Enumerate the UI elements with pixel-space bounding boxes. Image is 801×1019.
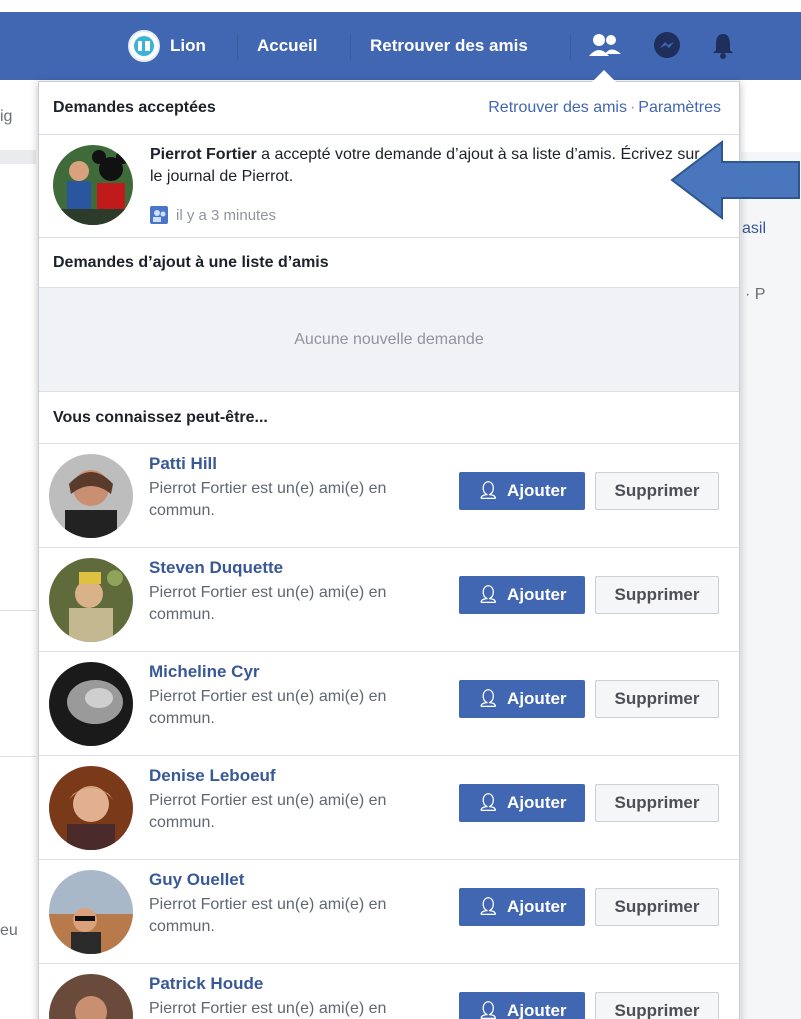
add-friend-icon: 👤︎ — [477, 585, 500, 604]
mutual-friend-text: Pierrot Fortier est un(e) ami(e) en comm… — [149, 792, 387, 831]
background-text: · P — [745, 286, 766, 303]
annotation-arrow-icon — [670, 140, 800, 220]
person-name[interactable]: Steven Duquette — [149, 558, 283, 578]
background-link: asil — [742, 220, 767, 237]
nav-divider — [350, 34, 351, 60]
add-friend-button[interactable]: 👤︎ Ajouter — [459, 784, 585, 822]
add-friend-label: Ajouter — [507, 585, 567, 604]
profile-avatar — [128, 30, 160, 62]
list-item: Steven Duquette Pierrot Fortier est un(e… — [39, 548, 739, 652]
messenger-icon[interactable] — [650, 12, 684, 80]
person-name[interactable]: Denise Leboeuf — [149, 766, 276, 786]
add-friend-button[interactable]: 👤︎ Ajouter — [459, 992, 585, 1019]
mutual-friend-text: Pierrot Fortier est un(e) ami(e) en — [149, 1000, 387, 1017]
profile-link[interactable]: Lion — [128, 12, 206, 80]
add-friend-icon: 👤︎ — [477, 689, 500, 708]
add-friend-button[interactable]: 👤︎ Ajouter — [459, 472, 585, 510]
remove-button[interactable]: Supprimer — [595, 576, 719, 614]
add-friend-label: Ajouter — [507, 793, 567, 812]
add-friend-icon: 👤︎ — [477, 481, 500, 500]
add-friend-icon: 👤︎ — [477, 793, 500, 812]
mutual-friend-text: Pierrot Fortier est un(e) ami(e) en comm… — [149, 896, 387, 935]
add-friend-button[interactable]: 👤︎ Ajouter — [459, 576, 585, 614]
background-divider — [0, 610, 36, 611]
add-friend-label: Ajouter — [507, 1001, 567, 1019]
accepted-message: Pierrot Fortier a accepté votre demande … — [150, 144, 710, 188]
avatar[interactable] — [49, 662, 133, 746]
friend-requests-section-title: Demandes d’ajout à une liste d’amis — [39, 238, 739, 288]
add-friend-label: Ajouter — [507, 481, 567, 500]
notifications-bell-icon[interactable] — [708, 12, 738, 80]
avatar[interactable] — [53, 145, 133, 225]
find-friends-link[interactable]: Retrouver des amis — [370, 12, 528, 80]
remove-button[interactable]: Supprimer — [595, 992, 719, 1019]
mutual-friend-text: Pierrot Fortier est un(e) ami(e) en comm… — [149, 688, 387, 727]
add-friend-label: Ajouter — [507, 689, 567, 708]
remove-button[interactable]: Supprimer — [595, 784, 719, 822]
settings-link[interactable]: Paramètres — [638, 99, 721, 116]
profile-name: Lion — [170, 36, 206, 55]
list-item: Patrick Houde Pierrot Fortier est un(e) … — [39, 964, 739, 1019]
person-name[interactable]: Micheline Cyr — [149, 662, 260, 682]
accepted-requests-title: Demandes acceptées — [53, 99, 216, 116]
add-friend-icon: 👤︎ — [477, 897, 500, 916]
list-item: Guy Ouellet Pierrot Fortier est un(e) am… — [39, 860, 739, 964]
list-item: Patti Hill Pierrot Fortier est un(e) ami… — [39, 444, 739, 548]
friend-requests-dropdown: Demandes acceptées Retrouver des amis · Pa… — [38, 81, 740, 1019]
friends-icon — [150, 206, 168, 224]
person-name[interactable]: Patti Hill — [149, 454, 217, 474]
avatar[interactable] — [49, 558, 133, 642]
dropdown-header: Demandes acceptées Retrouver des amis · Pa… — [39, 82, 739, 135]
remove-button[interactable]: Supprimer — [595, 472, 719, 510]
background-column — [741, 152, 801, 1019]
person-name[interactable]: Guy Ouellet — [149, 870, 244, 890]
accepted-request-item[interactable]: Pierrot Fortier a accepté votre demande … — [39, 135, 739, 238]
timestamp: il y a 3 minutes — [150, 206, 276, 224]
list-item: Micheline Cyr Pierrot Fortier est un(e) … — [39, 652, 739, 756]
header-links: Retrouver des amis · Paramètres — [488, 99, 721, 117]
person-name[interactable]: Patrick Houde — [149, 974, 263, 994]
remove-button[interactable]: Supprimer — [595, 888, 719, 926]
avatar[interactable] — [49, 870, 133, 954]
background-text: ig — [0, 108, 13, 125]
add-friend-label: Ajouter — [507, 897, 567, 916]
avatar[interactable] — [49, 974, 133, 1019]
friend-name[interactable]: Pierrot Fortier — [150, 146, 257, 163]
separator-dot: · — [629, 99, 636, 116]
avatar[interactable] — [49, 766, 133, 850]
dropdown-caret — [592, 70, 616, 82]
home-link[interactable]: Accueil — [257, 12, 317, 80]
add-friend-button[interactable]: 👤︎ Ajouter — [459, 888, 585, 926]
mutual-friend-text: Pierrot Fortier est un(e) ami(e) en comm… — [149, 480, 387, 519]
timestamp-text: il y a 3 minutes — [176, 206, 277, 224]
nav-divider — [237, 34, 238, 60]
background-divider — [0, 756, 36, 757]
avatar[interactable] — [49, 454, 133, 538]
list-item: Denise Leboeuf Pierrot Fortier est un(e)… — [39, 756, 739, 860]
background-bar — [0, 150, 36, 164]
no-requests-message: Aucune nouvelle demande — [39, 288, 739, 392]
mutual-friend-text: Pierrot Fortier est un(e) ami(e) en comm… — [149, 584, 387, 623]
add-friend-button[interactable]: 👤︎ Ajouter — [459, 680, 585, 718]
find-friends-link[interactable]: Retrouver des amis — [488, 99, 627, 116]
nav-divider — [570, 34, 571, 60]
add-friend-icon: 👤︎ — [477, 1001, 500, 1019]
background-text: eu — [0, 922, 18, 939]
remove-button[interactable]: Supprimer — [595, 680, 719, 718]
people-you-may-know-title: Vous connaissez peut-être... — [39, 392, 739, 444]
